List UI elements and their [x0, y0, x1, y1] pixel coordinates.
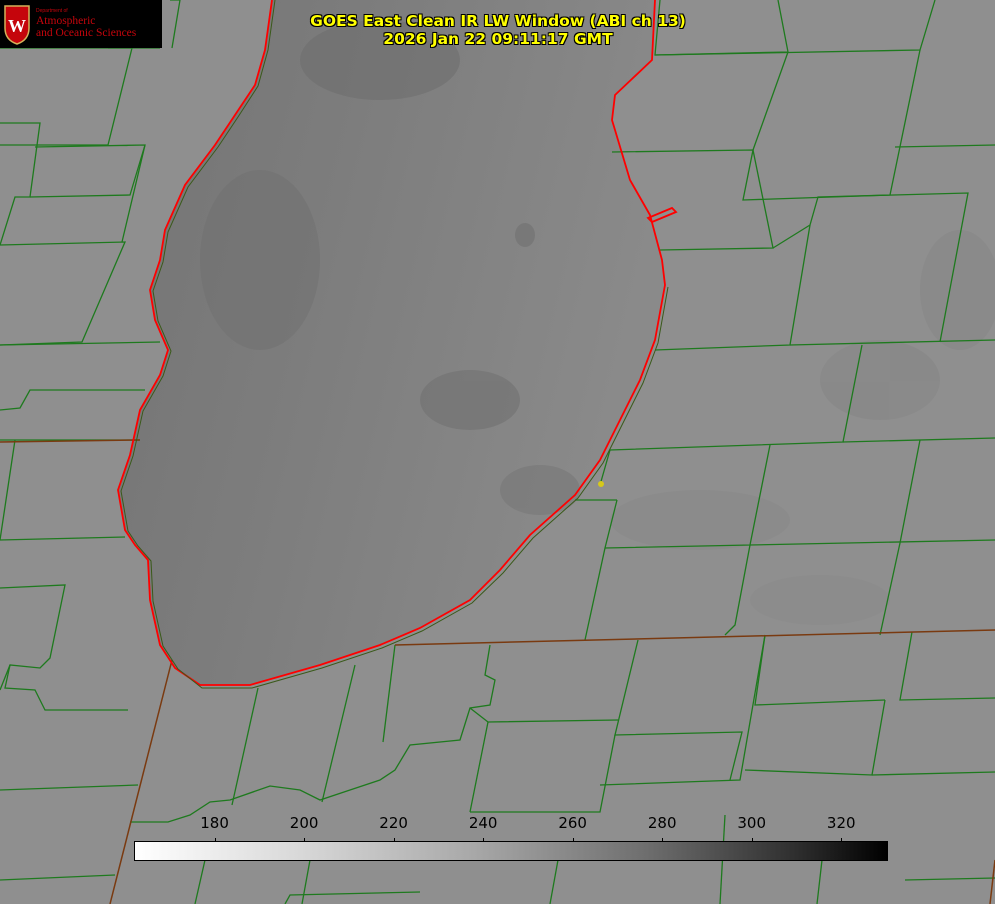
location-marker: [598, 481, 604, 487]
colorbar: [134, 841, 888, 861]
colorbar-tick-label: 320: [826, 814, 856, 832]
colorbar-tick-label: 200: [289, 814, 319, 832]
satellite-map: [0, 0, 995, 904]
uw-aos-logo: W Department of Atmospheric and Oceanic …: [0, 0, 162, 48]
image-title: GOES East Clean IR LW Window (ABI ch 13)…: [310, 12, 686, 48]
colorbar-tick-label: 180: [200, 814, 229, 832]
crest-icon: W: [4, 5, 30, 45]
colorbar-tick-label: 260: [558, 814, 587, 832]
colorbar-tick-label: 280: [647, 814, 677, 832]
svg-text:W: W: [8, 16, 26, 36]
colorbar-tick-label: 240: [468, 814, 498, 832]
logo-line-2: and Oceanic Sciences: [36, 26, 137, 39]
title-timestamp: 2026 Jan 22 09:11:17 GMT: [383, 30, 613, 48]
logo-line-1: Atmospheric: [36, 14, 96, 27]
colorbar-tick-label: 220: [379, 814, 408, 832]
title-product: GOES East Clean IR LW Window (ABI ch 13): [310, 12, 686, 30]
colorbar-tick-label: 300: [737, 814, 767, 832]
